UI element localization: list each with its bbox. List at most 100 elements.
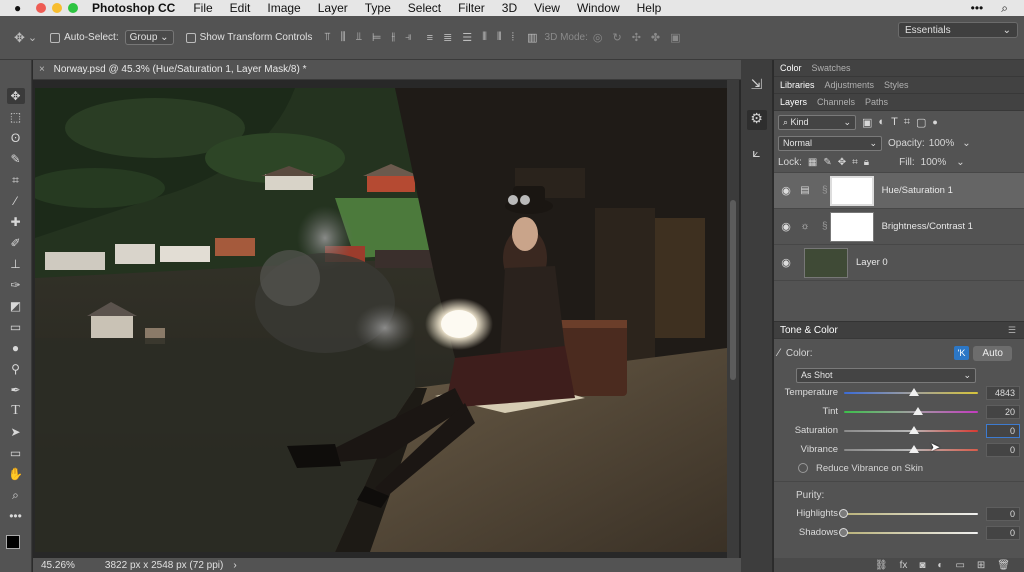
slider-value[interactable]: 0 [986, 423, 1020, 438]
align-bottom-icon[interactable]: ⫫ [356, 31, 362, 44]
filter-toggle-icon[interactable]: ● [932, 117, 937, 127]
distribute-bottom-icon[interactable]: ☰ [462, 31, 472, 44]
slider-value[interactable]: 4843 [986, 385, 1020, 400]
link-icon[interactable]: § [822, 221, 828, 232]
layer-name[interactable]: Brightness/Contrast 1 [882, 221, 973, 232]
path-select-tool-icon[interactable]: ➤ [7, 424, 25, 440]
lock-transparency-icon[interactable]: ▦ [808, 157, 817, 168]
auto-select-checkbox[interactable] [50, 32, 61, 43]
auto-button[interactable]: Auto [973, 345, 1012, 361]
layer-row[interactable]: ◉ Layer 0 [774, 245, 1024, 281]
opacity-value[interactable]: 100% [929, 138, 955, 149]
maximize-icon[interactable] [68, 3, 78, 13]
menu-file[interactable]: File [193, 1, 212, 15]
scrollbar-thumb[interactable] [730, 200, 736, 380]
eyedropper-icon[interactable]: ⁄ [778, 347, 780, 359]
slider-knob[interactable] [908, 425, 919, 434]
show-transform-checkbox[interactable] [185, 32, 196, 43]
chevron-down-icon[interactable]: ⌄ [956, 157, 964, 168]
chevron-down-icon[interactable]: ⌄ [28, 31, 37, 44]
add-mask-icon[interactable]: ◙ [919, 560, 925, 571]
eye-icon[interactable]: ◉ [774, 256, 798, 269]
auto-align-icon[interactable]: ▥ [527, 31, 537, 44]
auto-select-dropdown[interactable]: Group ⌄ [124, 30, 174, 45]
type-tool-icon[interactable]: T [7, 403, 25, 419]
menu-window[interactable]: Window [577, 1, 620, 15]
tint-track[interactable] [844, 406, 978, 415]
slider-knob[interactable] [912, 406, 923, 415]
align-left-icon[interactable]: ⊨ [372, 31, 382, 44]
quick-select-tool-icon[interactable]: ✎ [7, 151, 25, 167]
filter-pixel-icon[interactable]: ▣ [862, 116, 872, 129]
history-icon[interactable]: ⇲ [747, 76, 767, 96]
rectangle-tool-icon[interactable]: ▭ [7, 445, 25, 461]
layer-row[interactable]: ◉ ☼ § Brightness/Contrast 1 [774, 209, 1024, 245]
healing-tool-icon[interactable]: ✚ [7, 214, 25, 230]
document-tab[interactable]: × Norway.psd @ 45.3% (Hue/Saturation 1, … [33, 60, 741, 80]
tab-adjustments[interactable]: Adjustments [825, 80, 875, 90]
align-top-icon[interactable]: ⫪ [324, 31, 330, 44]
distribute-left-icon[interactable]: ⦀ [482, 31, 487, 44]
vibrance-track[interactable] [844, 444, 978, 453]
adjustments-icon[interactable]: ⟀ [747, 144, 767, 164]
menu-layer[interactable]: Layer [318, 1, 348, 15]
chevron-down-icon[interactable]: ⌄ [962, 138, 970, 149]
layer-name[interactable]: Hue/Saturation 1 [882, 185, 953, 196]
blend-mode-dropdown[interactable]: Normal ⌄ [778, 135, 882, 151]
slider-value[interactable]: 0 [986, 525, 1020, 540]
menu-3d[interactable]: 3D [502, 1, 517, 15]
highlights-track[interactable] [839, 508, 978, 518]
menu-help[interactable]: Help [637, 1, 662, 15]
lock-artboard-icon[interactable]: ⌗ [852, 157, 858, 168]
lock-pixels-icon[interactable]: ✎ [823, 157, 831, 168]
shadows-track[interactable] [839, 527, 978, 537]
3d-scale-icon[interactable]: ▣ [670, 31, 680, 44]
tone-color-title[interactable]: Tone & Color [780, 325, 838, 336]
filter-shape-icon[interactable]: ⌗ [904, 116, 910, 129]
white-balance-dropdown[interactable]: As Shot ⌄ [796, 367, 976, 383]
lasso-tool-icon[interactable]: ʘ [7, 130, 25, 146]
slider-knob[interactable] [839, 527, 848, 537]
more-icon[interactable]: ••• [971, 1, 984, 16]
dodge-tool-icon[interactable]: ⚲ [7, 361, 25, 377]
close-icon[interactable] [36, 3, 46, 13]
distribute-right-icon[interactable]: ⦙ [512, 31, 514, 44]
distribute-hcenter-icon[interactable]: ⫴ [497, 31, 502, 44]
distribute-vcenter-icon[interactable]: ≣ [443, 31, 452, 44]
filter-adjustment-icon[interactable]: ◐ [878, 116, 885, 128]
filter-type-icon[interactable]: T [891, 116, 898, 128]
move-tool-icon[interactable]: ✥ [6, 88, 25, 104]
stamp-tool-icon[interactable]: ⊥ [7, 256, 25, 272]
eyedropper-tool-icon[interactable]: ⁄ [7, 193, 25, 209]
panel-menu-icon[interactable]: ☰ [1008, 325, 1016, 336]
new-group-icon[interactable]: ▭ [955, 560, 964, 571]
layer-mask-thumbnail[interactable] [829, 211, 874, 242]
color-swatches[interactable] [4, 533, 28, 557]
new-layer-icon[interactable]: ⊞ [977, 560, 985, 571]
foreground-color[interactable] [5, 535, 20, 549]
tab-libraries[interactable]: Libraries [780, 80, 815, 90]
align-right-icon[interactable]: ⫣ [405, 31, 412, 44]
lock-position-icon[interactable]: ✥ [838, 157, 846, 168]
tab-paths[interactable]: Paths [865, 97, 888, 107]
tab-color[interactable]: Color [780, 63, 802, 73]
slider-knob[interactable] [908, 387, 919, 396]
move-tool-icon[interactable]: ✥ [14, 30, 25, 46]
canvas-scrollbar[interactable] [727, 80, 739, 558]
apple-icon[interactable]: ● [14, 1, 30, 15]
slider-value[interactable]: 0 [986, 442, 1020, 457]
brush-tool-icon[interactable]: ✐ [7, 235, 25, 251]
eye-icon[interactable]: ◉ [774, 184, 798, 197]
minimize-icon[interactable] [52, 3, 62, 13]
crop-tool-icon[interactable]: ⌗ [7, 172, 25, 188]
app-name[interactable]: Photoshop CC [92, 1, 175, 15]
tab-swatches[interactable]: Swatches [812, 63, 851, 73]
eye-icon[interactable]: ◉ [774, 220, 798, 233]
layer-name[interactable]: Layer 0 [856, 257, 888, 268]
workspace-dropdown[interactable]: Essentials ⌄ [898, 22, 1018, 38]
document-image[interactable] [35, 88, 727, 552]
kind-filter-dropdown[interactable]: ⌕ Kind ⌄ [778, 114, 856, 130]
fx-icon[interactable]: fx [900, 560, 908, 571]
properties-icon[interactable]: ⚙ [746, 110, 767, 130]
reduce-vibrance-checkbox[interactable] [798, 463, 808, 473]
